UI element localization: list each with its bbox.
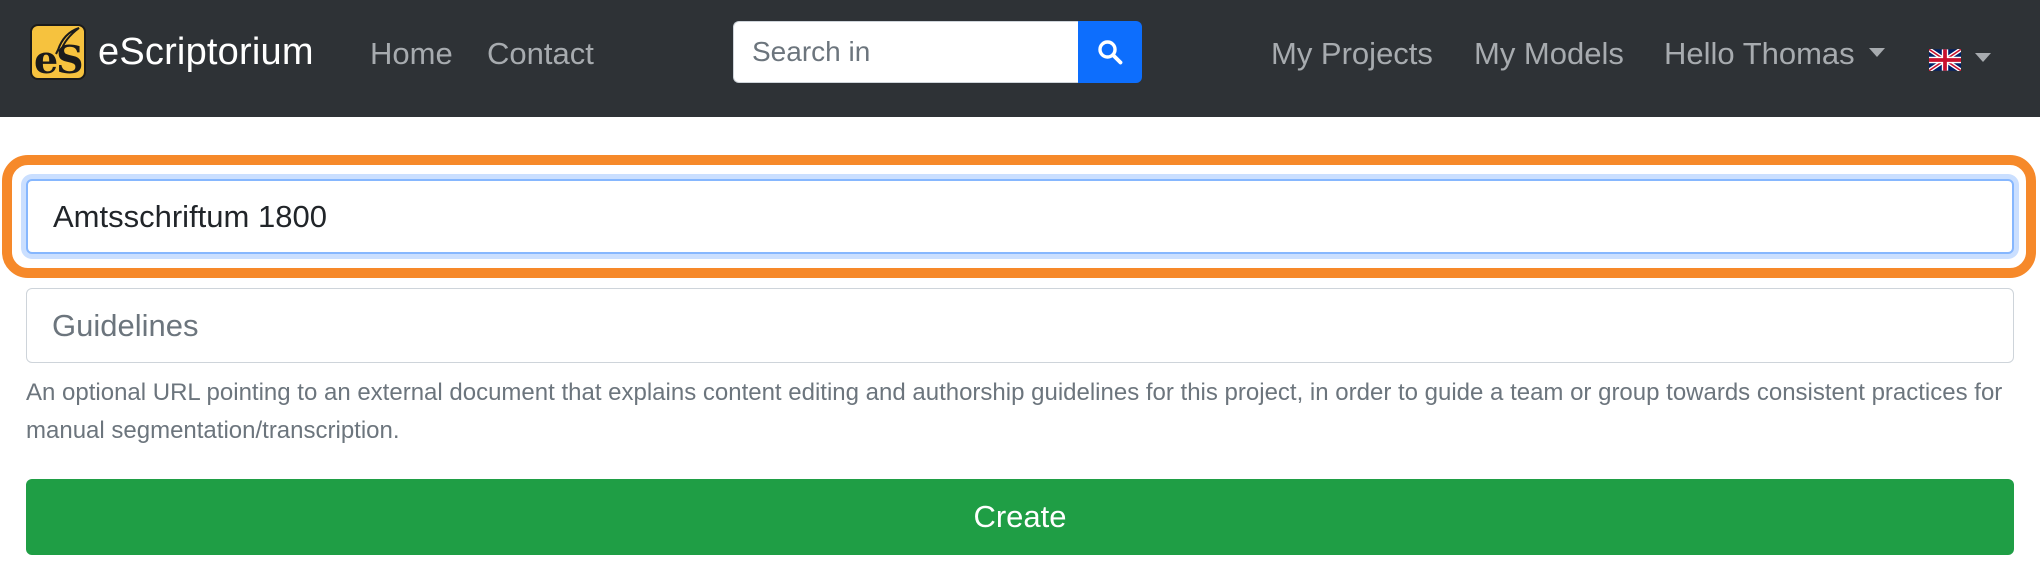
create-button[interactable]: Create: [26, 479, 2014, 555]
nav-link-home[interactable]: Home: [370, 36, 453, 72]
user-greeting: Hello Thomas: [1664, 36, 1855, 71]
chevron-down-icon: [1975, 52, 1991, 62]
language-menu-toggle[interactable]: [1929, 48, 1991, 72]
search-button[interactable]: [1078, 21, 1142, 83]
nav-link-my-models[interactable]: My Models: [1474, 36, 1624, 72]
user-menu-toggle[interactable]: Hello Thomas: [1664, 36, 1885, 72]
search-group: [733, 21, 1142, 83]
nav-link-contact[interactable]: Contact: [487, 36, 594, 72]
project-name-input[interactable]: [26, 179, 2014, 254]
uk-flag-icon: [1929, 49, 1961, 71]
brand-name[interactable]: eScriptorium: [98, 31, 314, 74]
brand[interactable]: eS eScriptorium: [30, 24, 314, 80]
chevron-down-icon: [1868, 48, 1885, 58]
nav-link-my-projects[interactable]: My Projects: [1271, 36, 1433, 72]
search-icon: [1098, 40, 1123, 65]
brand-logo: eS: [30, 24, 86, 80]
guidelines-help-text: An optional URL pointing to an external …: [26, 379, 2003, 444]
search-input[interactable]: [733, 21, 1078, 83]
top-navbar: eS eScriptorium Home Contact My Projects…: [0, 0, 2040, 117]
guidelines-input[interactable]: [26, 288, 2014, 363]
brand-logo-text: eS: [34, 37, 84, 80]
